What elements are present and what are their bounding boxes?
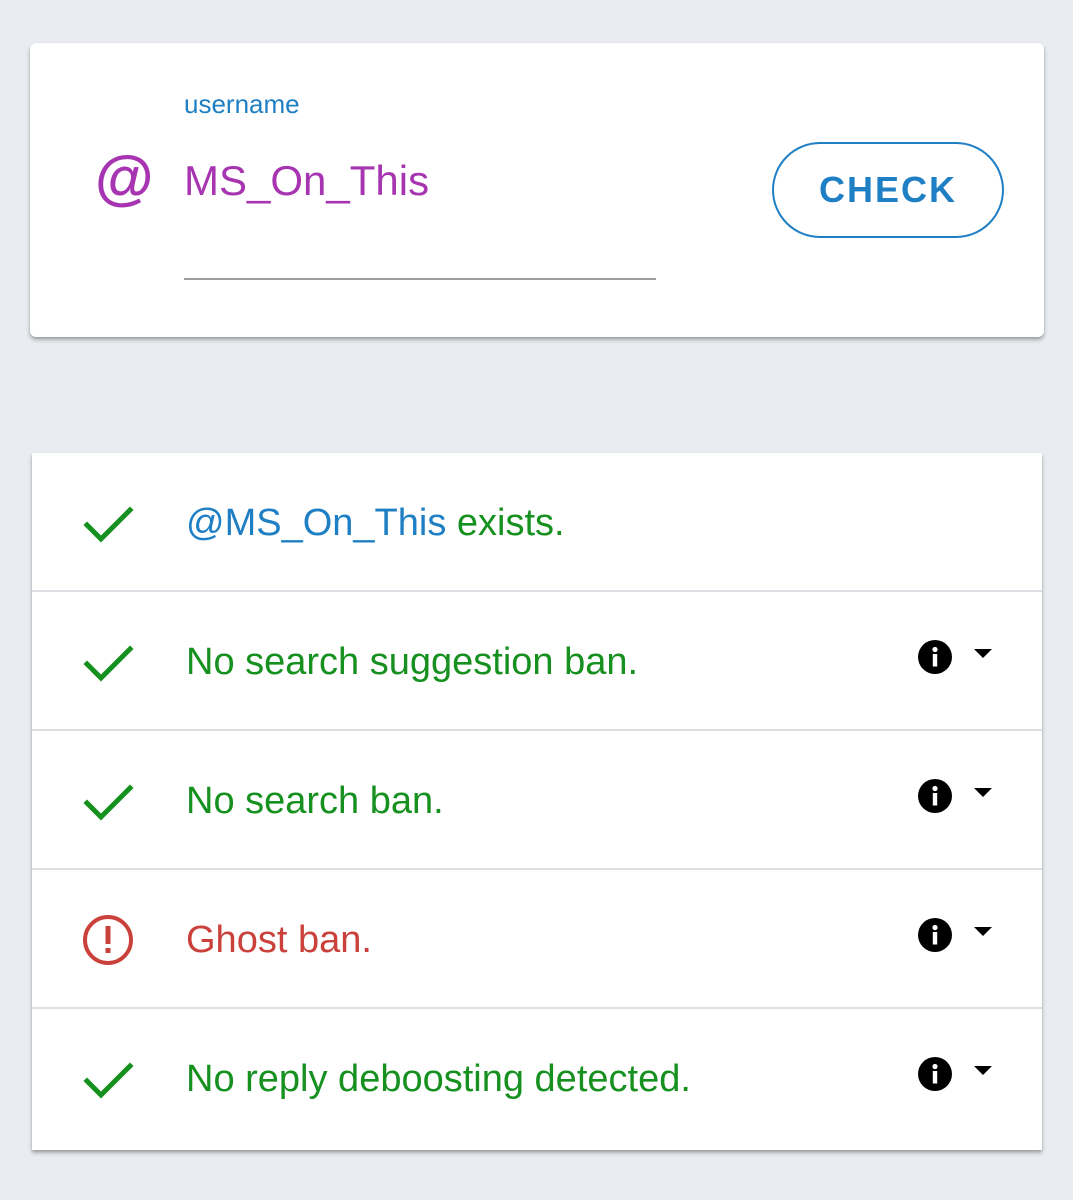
dropdown-arrow-icon[interactable] (974, 649, 992, 659)
input-underline (184, 278, 656, 280)
username-field-label: username (184, 89, 300, 119)
username-search-card: username @ CHECK (30, 43, 1044, 337)
dropdown-arrow-icon[interactable] (974, 788, 992, 798)
dropdown-arrow-icon[interactable] (974, 927, 992, 937)
results-card: @MS_On_This exists. No search suggestion… (32, 453, 1042, 1150)
check-button[interactable]: CHECK (772, 142, 1004, 238)
result-message: Ghost ban. (186, 919, 372, 961)
result-message: exists. (446, 502, 565, 544)
dropdown-arrow-icon[interactable] (974, 1066, 992, 1076)
check-icon (83, 1062, 134, 1099)
result-row-search-ban[interactable]: No search ban. (32, 731, 1042, 870)
info-icon[interactable] (918, 918, 952, 952)
check-icon (83, 784, 134, 821)
username-input[interactable] (184, 151, 654, 211)
result-row-search-suggestion-ban[interactable]: No search suggestion ban. (32, 592, 1042, 731)
check-icon (83, 506, 134, 543)
check-icon (83, 645, 134, 682)
result-row-reply-deboosting[interactable]: No reply deboosting detected. (32, 1009, 1042, 1150)
at-sign-icon: @ (94, 145, 153, 212)
username-handle[interactable]: @MS_On_This (186, 502, 446, 544)
result-message: No reply deboosting detected. (186, 1058, 691, 1100)
alert-circle-icon (83, 915, 133, 965)
info-icon[interactable] (918, 640, 952, 674)
result-row-ghost-ban[interactable]: Ghost ban. (32, 870, 1042, 1009)
result-text: @MS_On_This exists. (186, 501, 565, 545)
info-icon[interactable] (918, 779, 952, 813)
result-message: No search ban. (186, 780, 444, 822)
result-row-exists: @MS_On_This exists. (32, 453, 1042, 592)
result-message: No search suggestion ban. (186, 641, 639, 683)
info-icon[interactable] (918, 1057, 952, 1091)
